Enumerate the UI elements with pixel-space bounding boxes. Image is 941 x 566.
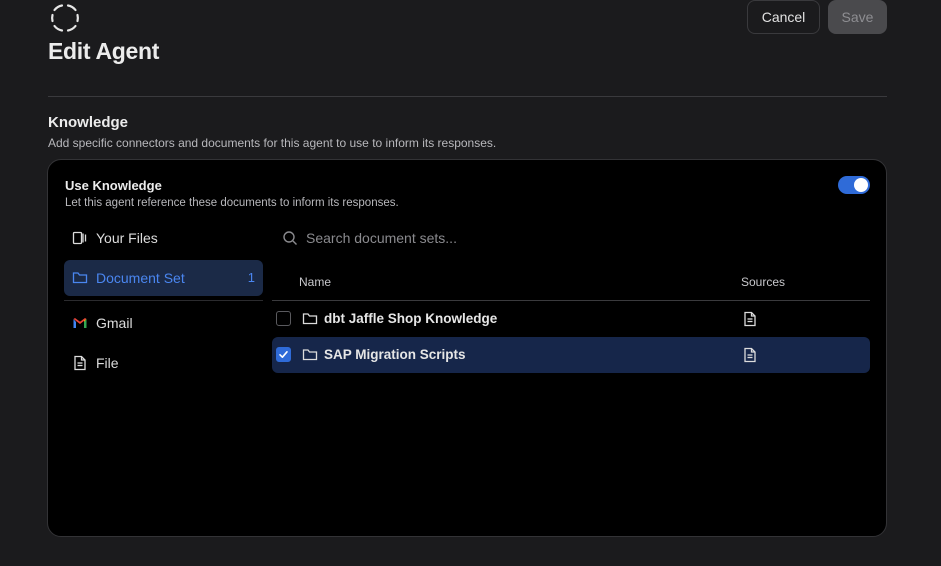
sidebar-divider — [64, 300, 263, 301]
sidebar-item-document-set[interactable]: Document Set 1 — [64, 260, 263, 296]
table-row[interactable]: dbt Jaffle Shop Knowledge — [272, 301, 870, 337]
header-divider — [48, 96, 887, 97]
search-placeholder: Search document sets... — [306, 230, 457, 246]
sidebar-item-your-files[interactable]: Your Files — [64, 220, 263, 256]
document-set-name: dbt Jaffle Shop Knowledge — [324, 311, 498, 326]
cancel-button[interactable]: Cancel — [747, 0, 820, 34]
search-icon — [282, 230, 298, 246]
sidebar-item-label: Document Set — [96, 270, 185, 286]
sidebar-item-gmail[interactable]: Gmail — [64, 305, 263, 341]
sidebar-item-label: File — [96, 355, 119, 371]
sidebar-item-label: Gmail — [96, 315, 133, 331]
knowledge-section-title: Knowledge — [48, 114, 129, 131]
save-button[interactable]: Save — [828, 0, 887, 34]
page-title: Edit Agent — [48, 38, 160, 64]
checkmark-icon — [279, 351, 288, 358]
gmail-icon — [72, 315, 88, 331]
document-icon — [742, 347, 758, 363]
row-checkbox[interactable] — [276, 311, 291, 326]
row-checkbox[interactable] — [276, 347, 291, 362]
table-row[interactable]: SAP Migration Scripts — [272, 337, 870, 373]
files-icon — [72, 230, 88, 246]
document-set-name: SAP Migration Scripts — [324, 347, 466, 362]
use-knowledge-title: Use Knowledge — [65, 178, 162, 193]
folder-icon — [302, 347, 318, 363]
folder-icon — [302, 311, 318, 327]
sidebar-item-file[interactable]: File — [64, 345, 263, 381]
use-knowledge-description: Let this agent reference these documents… — [65, 197, 399, 209]
column-header-name: Name — [299, 275, 332, 289]
folder-icon — [72, 270, 88, 286]
sidebar-item-count-badge: 1 — [247, 270, 255, 285]
document-set-search-input[interactable]: Search document sets... — [282, 228, 682, 248]
sidebar-item-label: Your Files — [96, 230, 158, 246]
toggle-knob — [854, 178, 868, 192]
file-icon — [72, 355, 88, 371]
document-icon — [742, 311, 758, 327]
use-knowledge-toggle[interactable] — [838, 176, 870, 194]
app-logo-icon — [49, 2, 81, 34]
column-header-sources: Sources — [741, 275, 786, 289]
knowledge-section-description: Add specific connectors and documents fo… — [48, 136, 497, 150]
